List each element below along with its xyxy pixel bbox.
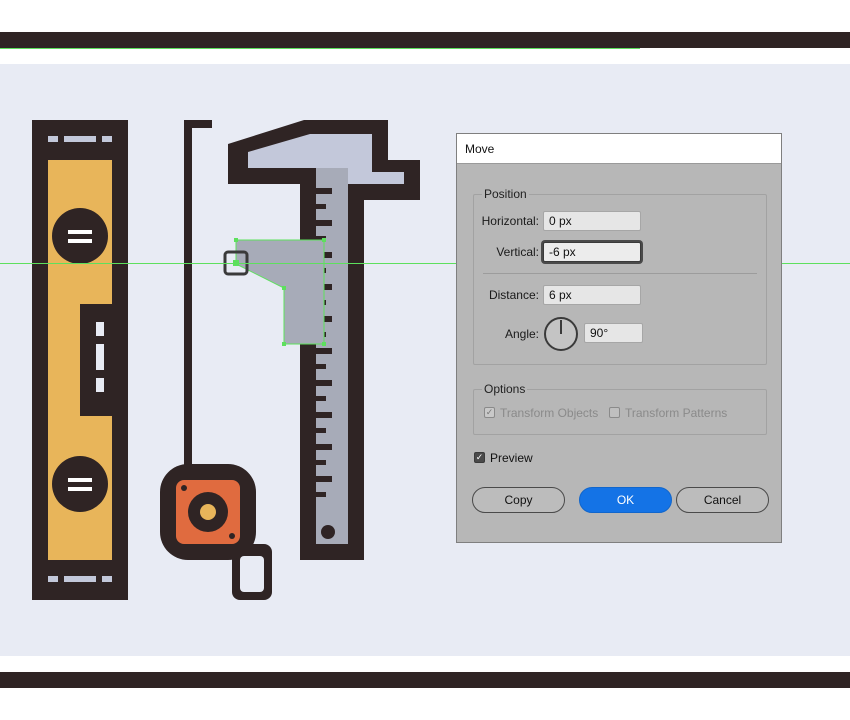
angle-label: Angle: (504, 327, 539, 341)
distance-label: Distance: (488, 288, 539, 302)
copy-button[interactable]: Copy (472, 487, 565, 513)
preview-label: Preview (490, 451, 533, 465)
ok-button[interactable]: OK (579, 487, 672, 513)
selected-slider-shape[interactable] (223, 238, 326, 346)
transform-objects-checkbox[interactable]: ✓ (484, 407, 495, 418)
horizontal-label: Horizontal: (481, 214, 539, 228)
options-legend: Options (482, 382, 528, 396)
vertical-input[interactable]: -6 px (543, 242, 641, 262)
move-dialog: Move Position Horizontal: 0 px Vertical:… (456, 133, 782, 543)
vertical-label: Vertical: (496, 245, 539, 259)
transform-patterns-checkbox[interactable] (609, 407, 620, 418)
angle-dial-icon[interactable] (543, 316, 579, 352)
preview-checkbox[interactable]: ✓ (474, 452, 485, 463)
transform-patterns-label: Transform Patterns (625, 406, 728, 420)
angle-input[interactable]: 90° (584, 323, 643, 343)
tape-measure-icon[interactable] (160, 120, 272, 600)
position-separator (483, 273, 757, 274)
position-legend: Position (482, 187, 529, 201)
spirit-level-icon[interactable] (32, 120, 128, 600)
dialog-title: Move (457, 134, 781, 164)
transform-objects-label: Transform Objects (500, 406, 599, 420)
distance-input[interactable]: 6 px (543, 285, 641, 305)
cancel-button[interactable]: Cancel (676, 487, 769, 513)
horizontal-input[interactable]: 0 px (543, 211, 641, 231)
